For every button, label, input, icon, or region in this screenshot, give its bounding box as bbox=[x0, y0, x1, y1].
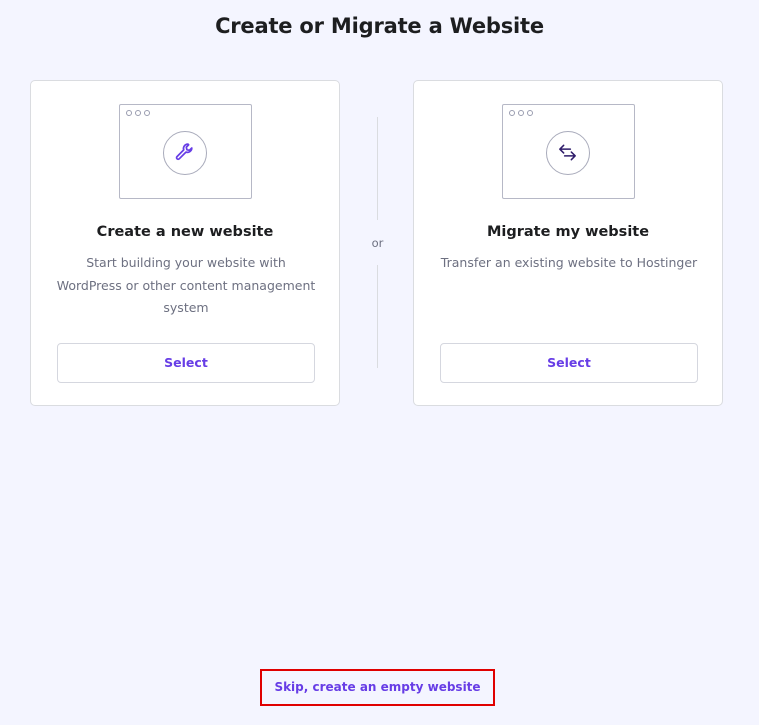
divider-or-label: or bbox=[371, 236, 384, 250]
window-dot-icon bbox=[144, 110, 150, 116]
card-title: Migrate my website bbox=[486, 224, 650, 240]
wrench-icon bbox=[175, 143, 193, 161]
skip-create-empty-website-link[interactable]: Skip, create an empty website bbox=[262, 671, 493, 704]
window-dot-icon bbox=[509, 110, 515, 116]
select-migrate-website-button[interactable]: Select bbox=[440, 343, 698, 383]
divider-line bbox=[377, 265, 378, 368]
swap-arrows-icon bbox=[559, 144, 576, 161]
icon-circle bbox=[546, 131, 590, 175]
card-description: Start building your website with WordPre… bbox=[56, 255, 316, 315]
migrate-website-card[interactable]: Migrate my website Transfer an existing … bbox=[413, 80, 723, 406]
window-dots bbox=[509, 110, 536, 116]
page-title: Create or Migrate a Website bbox=[215, 14, 544, 38]
create-website-card[interactable]: Create a new website Start building your… bbox=[30, 80, 340, 406]
skip-link-highlight: Skip, create an empty website bbox=[260, 669, 495, 706]
icon-circle bbox=[163, 131, 207, 175]
browser-window-illustration bbox=[119, 104, 252, 199]
window-dots bbox=[126, 110, 153, 116]
window-dot-icon bbox=[518, 110, 524, 116]
card-description: Transfer an existing website to Hostinge… bbox=[440, 255, 698, 270]
divider-line bbox=[377, 117, 378, 220]
window-dot-icon bbox=[527, 110, 533, 116]
browser-window-illustration bbox=[502, 104, 635, 199]
select-create-website-button[interactable]: Select bbox=[57, 343, 315, 383]
window-dot-icon bbox=[135, 110, 141, 116]
card-title: Create a new website bbox=[96, 224, 274, 240]
window-dot-icon bbox=[126, 110, 132, 116]
